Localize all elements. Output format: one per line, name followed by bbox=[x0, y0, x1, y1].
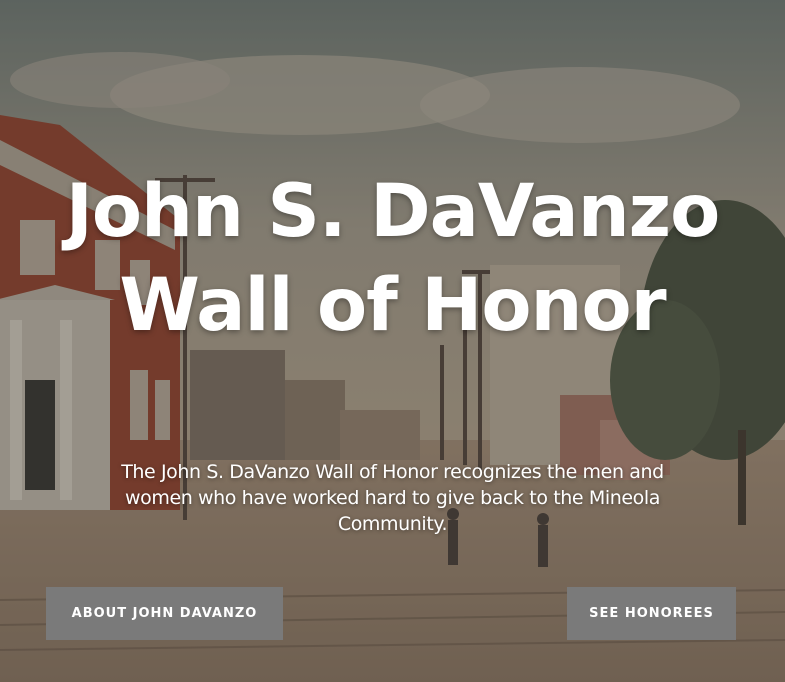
about-john-davanzo-button[interactable]: ABOUT JOHN DAVANZO bbox=[46, 587, 283, 640]
hero-subtitle: The John S. DaVanzo Wall of Honor recogn… bbox=[121, 461, 664, 535]
hero-section: John S. DaVanzo Wall of Honor The John S… bbox=[0, 0, 785, 682]
see-honorees-button[interactable]: SEE HONOREES bbox=[567, 587, 736, 640]
page-title: John S. DaVanzo Wall of Honor bbox=[65, 169, 721, 348]
